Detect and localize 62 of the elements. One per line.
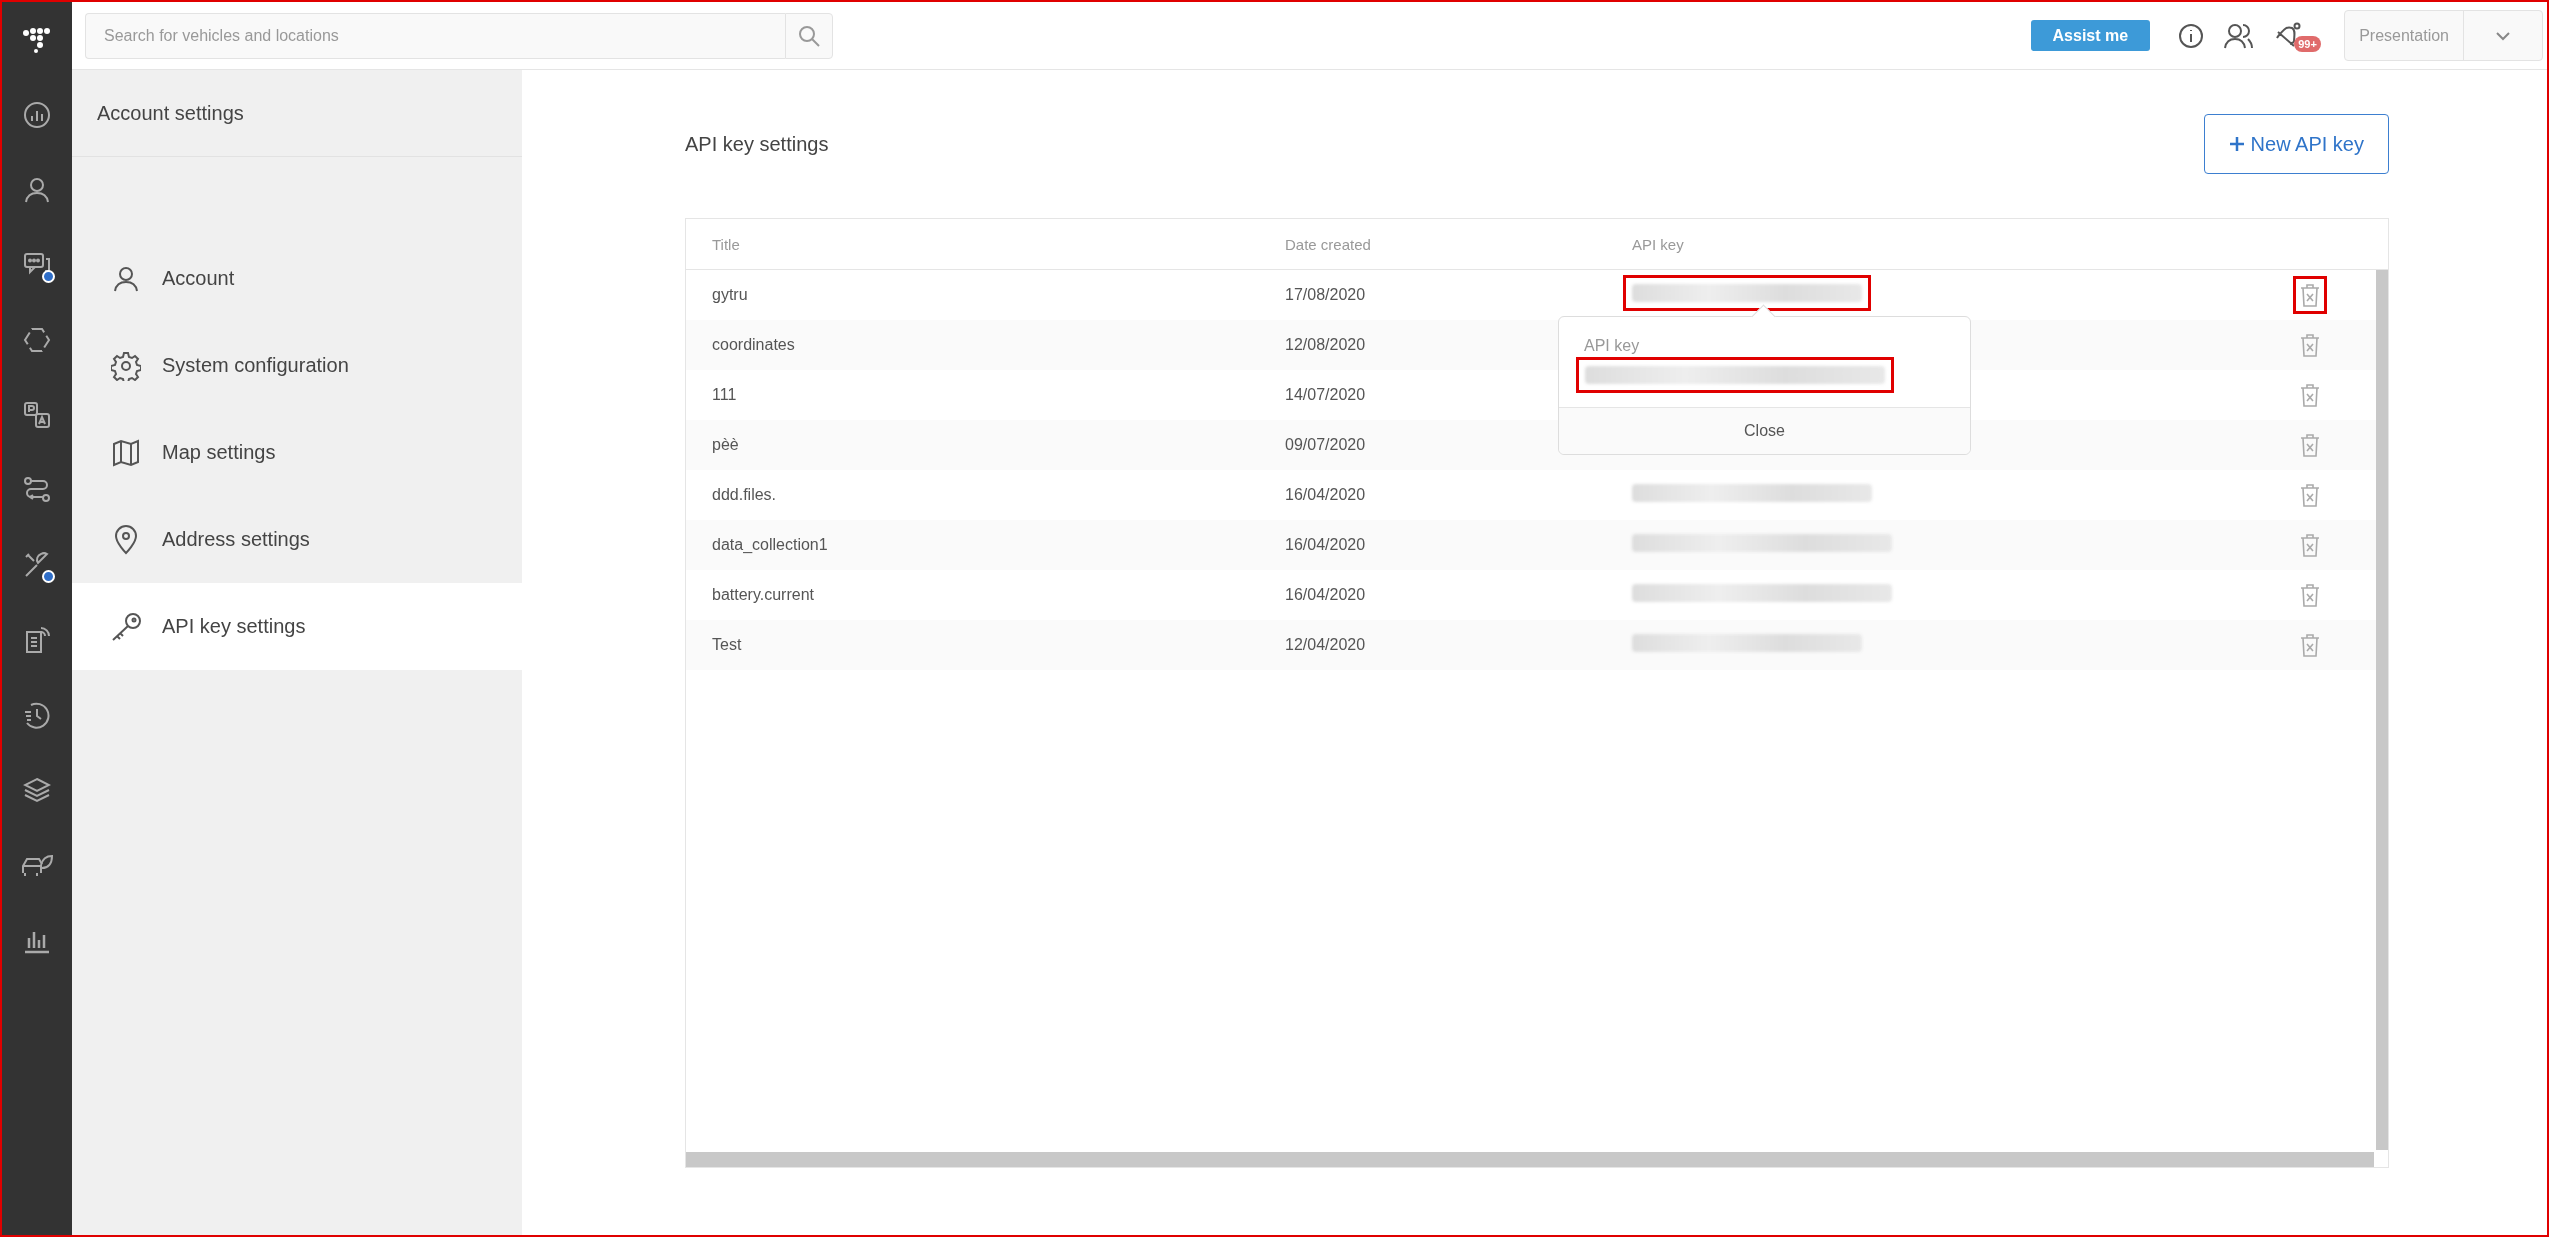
search-button[interactable] [785, 12, 833, 59]
table-cell: 12/04/2020 [1285, 636, 1366, 653]
table-cell: gytru [712, 286, 748, 303]
sidebar-item[interactable]: Account [72, 235, 522, 322]
trash-icon [2299, 582, 2321, 608]
chevron-down-icon [2495, 30, 2511, 41]
table-cell: 111 [712, 386, 737, 403]
map-icon [111, 437, 141, 468]
sidebar-item[interactable]: Map settings [72, 409, 522, 496]
table-cell: Test [712, 636, 742, 653]
sidebar-item[interactable]: Address settings [72, 496, 522, 583]
table-cell: 17/08/2020 [1285, 286, 1366, 303]
table-cell: data_collection1 [712, 536, 828, 553]
popover-label: API key [1584, 337, 1640, 354]
trash-icon [2299, 332, 2321, 358]
person-icon [112, 264, 140, 293]
trash-icon [2299, 532, 2321, 558]
column-header: Title [712, 235, 740, 253]
clock-icon[interactable] [23, 700, 51, 729]
tools-icon[interactable] [23, 550, 51, 579]
search-icon [798, 24, 820, 47]
table-cell: 09/07/2020 [1285, 436, 1366, 453]
route-icon[interactable] [23, 475, 51, 504]
users-icon[interactable] [2224, 22, 2255, 49]
notification-badge: 99+ [2294, 35, 2321, 52]
chart-icon[interactable] [23, 100, 51, 129]
layers-icon[interactable] [23, 775, 51, 804]
trash-icon [2299, 282, 2321, 308]
key-icon [110, 611, 142, 642]
vertical-scrollbar[interactable] [2376, 270, 2388, 1150]
document-icon[interactable] [23, 625, 51, 654]
table-cell: 14/07/2020 [1285, 386, 1366, 403]
table-cell: battery.current [712, 586, 814, 603]
table-cell: 12/08/2020 [1285, 336, 1366, 353]
search-field[interactable]: Search for vehicles and locations [85, 12, 785, 59]
close-button[interactable]: Close [1559, 408, 1970, 454]
trash-icon [2299, 482, 2321, 508]
settings-icon [111, 350, 141, 381]
delete-button[interactable] [2293, 276, 2327, 314]
new-api-key-button[interactable]: New API key [2203, 114, 2389, 174]
hexagon-icon[interactable] [23, 325, 51, 354]
logo-icon [22, 26, 52, 53]
table-cell: coordinates [712, 336, 795, 353]
table-cell: ddd.files. [712, 486, 777, 503]
table-cell: pèè [712, 436, 739, 453]
sidebar-item[interactable]: System configuration [72, 322, 522, 409]
plus-icon [2228, 136, 2245, 152]
sidebar-title: Account settings [97, 101, 244, 125]
trash-icon [2299, 382, 2321, 408]
sidebar-item[interactable]: API key settings [72, 583, 522, 670]
trash-icon [2299, 632, 2321, 658]
column-header: Date created [1285, 235, 1371, 253]
table-cell: 16/04/2020 [1285, 586, 1366, 603]
translate-icon[interactable] [23, 400, 51, 429]
trash-icon [2299, 432, 2321, 458]
table-cell: 16/04/2020 [1285, 486, 1366, 503]
horizontal-scrollbar[interactable] [686, 1152, 2374, 1167]
info-icon[interactable] [2178, 22, 2205, 49]
person-icon[interactable] [23, 175, 51, 204]
page-title: API key settings [685, 132, 829, 156]
table-cell: 16/04/2020 [1285, 536, 1366, 553]
column-header: API key [1632, 235, 1684, 253]
